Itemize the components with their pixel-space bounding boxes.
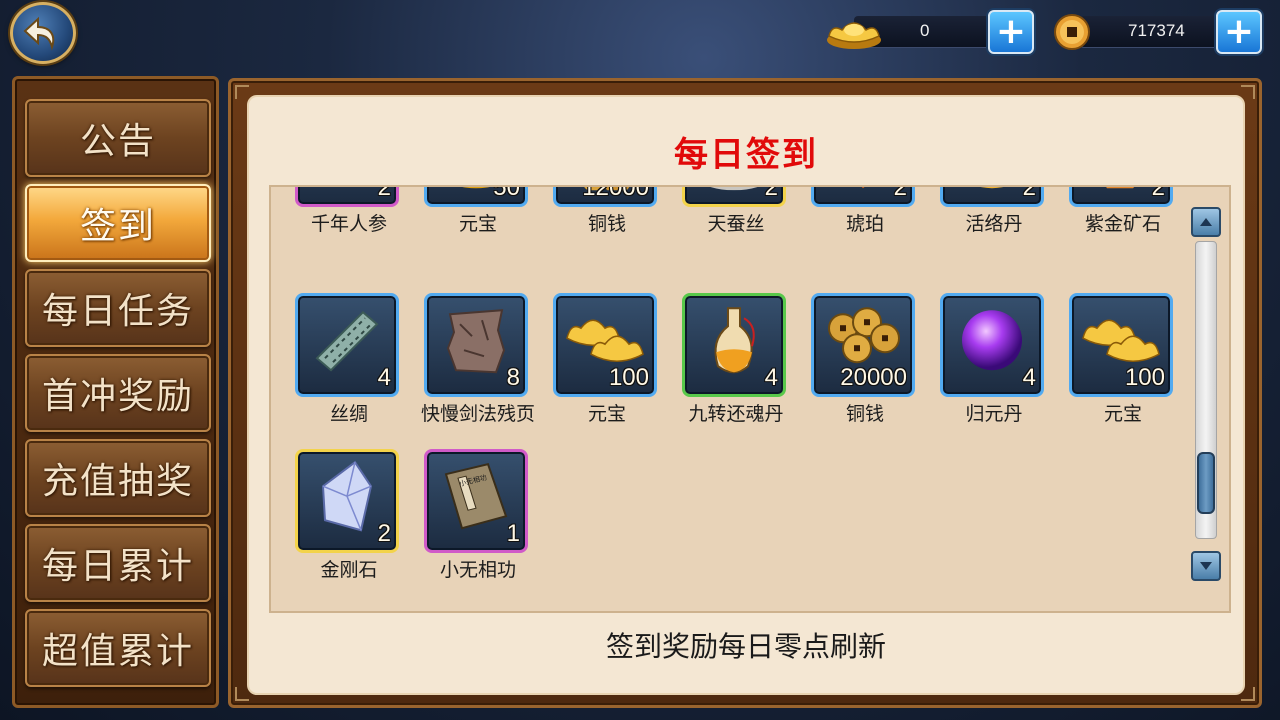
reward-item[interactable]: 100 元宝 <box>1047 293 1177 441</box>
plus-icon: + <box>995 11 1027 52</box>
reward-item[interactable]: 12000 铜钱 <box>531 187 661 251</box>
purple-orb-icon <box>962 310 1022 371</box>
scroll-track[interactable] <box>1195 241 1217 539</box>
back-button[interactable] <box>10 2 76 64</box>
book-icon: 小无相功 <box>444 463 508 530</box>
tab-recharge-lottery[interactable]: 充值抽奖 <box>25 439 211 517</box>
reward-item[interactable]: 小无相功 1 小无相功 <box>402 449 532 597</box>
reward-name: 元宝 <box>1103 403 1142 425</box>
gold-ingot-icon <box>827 22 881 49</box>
silk-roll-icon <box>315 310 379 372</box>
ginseng-icon <box>307 185 387 190</box>
tab-first-recharge[interactable]: 首冲奖励 <box>25 354 211 432</box>
diamond-icon <box>321 460 373 532</box>
reward-slot: 100 <box>553 293 657 397</box>
reward-item[interactable]: 2 天蚕丝 <box>660 187 790 251</box>
torn-page-icon <box>446 309 506 374</box>
reward-slot: 2 <box>811 187 915 207</box>
reward-slot: 2 <box>682 187 786 207</box>
pill-icon <box>980 187 1004 189</box>
reward-item[interactable]: 2 琥珀 <box>789 187 919 251</box>
silk-cloud-icon <box>710 187 758 191</box>
tab-sign-in[interactable]: 签到 <box>25 184 211 262</box>
reward-slot: 100 <box>1069 293 1173 397</box>
back-arrow-icon <box>23 16 55 51</box>
gold-ingot-value: 0 <box>920 21 930 40</box>
reward-name: 小无相功 <box>439 559 516 581</box>
ore-icon <box>1106 187 1135 189</box>
sign-in-card: 每日签到 2 千年人参 50 元宝 12000 铜钱 2 天蚕丝 2 琥珀 2 … <box>247 95 1245 695</box>
tab-daily-tasks[interactable]: 每日任务 <box>25 269 211 347</box>
potion-bottle-icon <box>714 307 755 374</box>
arrow-down-icon <box>1200 562 1212 570</box>
reward-item[interactable]: 2 金刚石 <box>273 449 403 597</box>
tab-daily-cumulative[interactable]: 每日累计 <box>25 524 211 602</box>
reward-slot: 50 <box>424 187 528 207</box>
tab-announcement[interactable]: 公告 <box>25 99 211 177</box>
refresh-notice: 签到奖励每日零点刷新 <box>605 630 886 663</box>
scroll-thumb[interactable] <box>1197 451 1215 514</box>
reward-grid[interactable]: 2 千年人参 50 元宝 12000 铜钱 2 天蚕丝 2 琥珀 2 活络丹 2… <box>269 185 1231 613</box>
reward-item[interactable]: 2 活络丹 <box>918 187 1048 251</box>
reward-slot: 4 <box>295 293 399 397</box>
reward-slot: 4 <box>682 293 786 397</box>
reward-slot: 2 <box>1069 187 1173 207</box>
copper-coin-value: 717374 <box>1128 21 1185 40</box>
reward-name: 紫金矿石 <box>1084 213 1161 235</box>
main-panel: 每日签到 2 千年人参 50 元宝 12000 铜钱 2 天蚕丝 2 琥珀 2 … <box>228 78 1262 708</box>
tab-value-cumulative[interactable]: 超值累计 <box>25 609 211 687</box>
reward-slot: 4 <box>940 293 1044 397</box>
copper-coin-icon <box>1054 14 1090 50</box>
reward-item[interactable]: 100 元宝 <box>531 293 661 441</box>
reward-slot: 20000 <box>811 293 915 397</box>
add-copper-coin-button[interactable]: + <box>1216 10 1262 54</box>
reward-item[interactable]: 20000 铜钱 <box>789 293 919 441</box>
scroll-up-button[interactable] <box>1191 207 1221 237</box>
arrow-up-icon <box>1200 218 1212 226</box>
reward-slot: 小无相功 1 <box>424 449 528 553</box>
reward-item[interactable]: 4 归元丹 <box>918 293 1048 441</box>
page-title: 每日签到 <box>674 135 818 175</box>
copper-coin-currency: 717374 + <box>1052 10 1264 54</box>
reward-item[interactable]: 8 快慢剑法残页 <box>402 293 535 441</box>
reward-item[interactable]: 4 丝绸 <box>273 293 403 441</box>
reward-item[interactable]: 2 千年人参 <box>273 185 403 251</box>
reward-slot: 12000 <box>553 187 657 207</box>
add-gold-ingot-button[interactable]: + <box>988 10 1034 54</box>
sidebar: 公告 签到 每日任务 首冲奖励 充值抽奖 每日累计 超值累计 <box>12 76 219 708</box>
scroll-down-button[interactable] <box>1191 551 1221 581</box>
reward-slot: 2 <box>295 185 399 207</box>
reward-slot: 2 <box>940 187 1044 207</box>
reward-item[interactable]: 4 九转还魂丹 <box>660 293 790 441</box>
reward-item[interactable]: 50 元宝 <box>402 187 532 251</box>
reward-slot: 2 <box>295 449 399 553</box>
plus-icon: + <box>1223 11 1255 52</box>
amber-icon <box>861 187 865 189</box>
gold-ingot-currency: 0 + <box>824 10 1034 54</box>
reward-item[interactable]: 2 紫金矿石 <box>1047 187 1177 251</box>
reward-slot: 8 <box>424 293 528 397</box>
